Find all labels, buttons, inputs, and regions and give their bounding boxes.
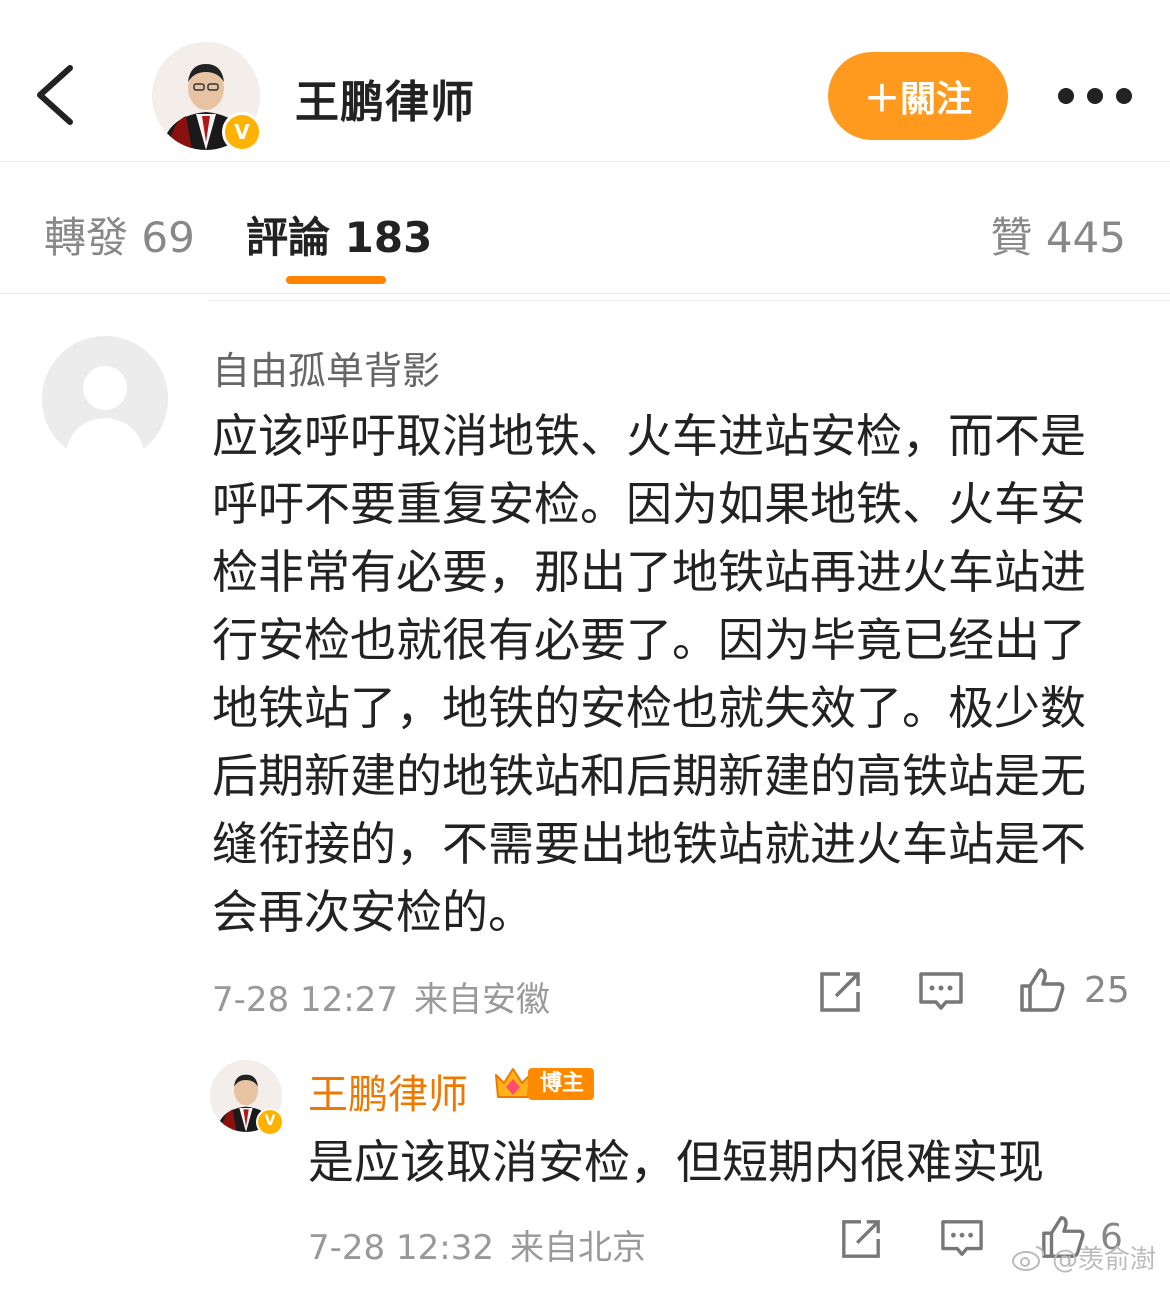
reply-meta: 7-28 12:32 来自北京 xyxy=(308,1220,646,1269)
top-bar: V 王鹏律师 ＋關注 xyxy=(0,0,1170,162)
blogger-badge-label: 博主 xyxy=(528,1068,595,1100)
verified-badge-icon: V xyxy=(222,112,262,152)
verified-badge-icon: V xyxy=(256,1108,284,1136)
weibo-comment-page: V 王鹏律师 ＋關注 轉發 69 評論 183 贊 445 自由孤单背影 应该呼… xyxy=(0,0,1170,1292)
active-tab-indicator xyxy=(286,276,386,284)
like-button[interactable]: 25 xyxy=(1018,966,1130,1014)
divider xyxy=(210,300,1170,301)
comment-time: 7-28 12:27 xyxy=(212,980,398,1020)
comment-source: 来自安徽 xyxy=(413,980,550,1020)
tab-repost[interactable]: 轉發 69 xyxy=(44,204,195,265)
reply-comment-icon[interactable] xyxy=(940,1218,984,1260)
tab-like[interactable]: 贊 445 xyxy=(990,204,1126,265)
thumbs-up-icon xyxy=(1020,968,1065,1012)
follow-button[interactable]: ＋關注 xyxy=(828,52,1008,140)
share-icon[interactable] xyxy=(840,1218,882,1260)
comment-author[interactable]: 自由孤单背影 xyxy=(212,340,440,395)
default-avatar-icon[interactable] xyxy=(42,336,168,462)
comment-text: 应该呼吁取消地铁、火车进站安检，而不是呼吁不要重复安检。因为如果地铁、火车安检非… xyxy=(212,409,1086,939)
watermark-text: @羡俞澍 xyxy=(1051,1245,1156,1275)
tab-comment[interactable]: 評論 183 xyxy=(246,204,432,265)
reply-comment-icon[interactable] xyxy=(918,970,964,1014)
page-title: 王鹏律师 xyxy=(295,77,475,128)
watermark: @羡俞澍 xyxy=(1011,1239,1156,1276)
weibo-logo-icon xyxy=(1011,1245,1045,1271)
reply-author[interactable]: 王鹏律师 xyxy=(308,1062,468,1120)
reply-time: 7-28 12:32 xyxy=(308,1228,494,1268)
back-chevron-icon[interactable] xyxy=(32,62,82,128)
share-icon[interactable] xyxy=(818,970,862,1014)
tab-bar: 轉發 69 評論 183 贊 445 xyxy=(0,162,1170,294)
more-dots-icon[interactable] xyxy=(1058,86,1132,106)
blogger-badge: 博主 xyxy=(492,1064,595,1104)
comment-meta: 7-28 12:27 来自安徽 xyxy=(212,972,550,1021)
comment-like-count: 25 xyxy=(1084,969,1130,1011)
reply-text: 是应该取消安检，但短期内很难实现 xyxy=(308,1135,1044,1189)
reply-source: 来自北京 xyxy=(509,1228,646,1268)
